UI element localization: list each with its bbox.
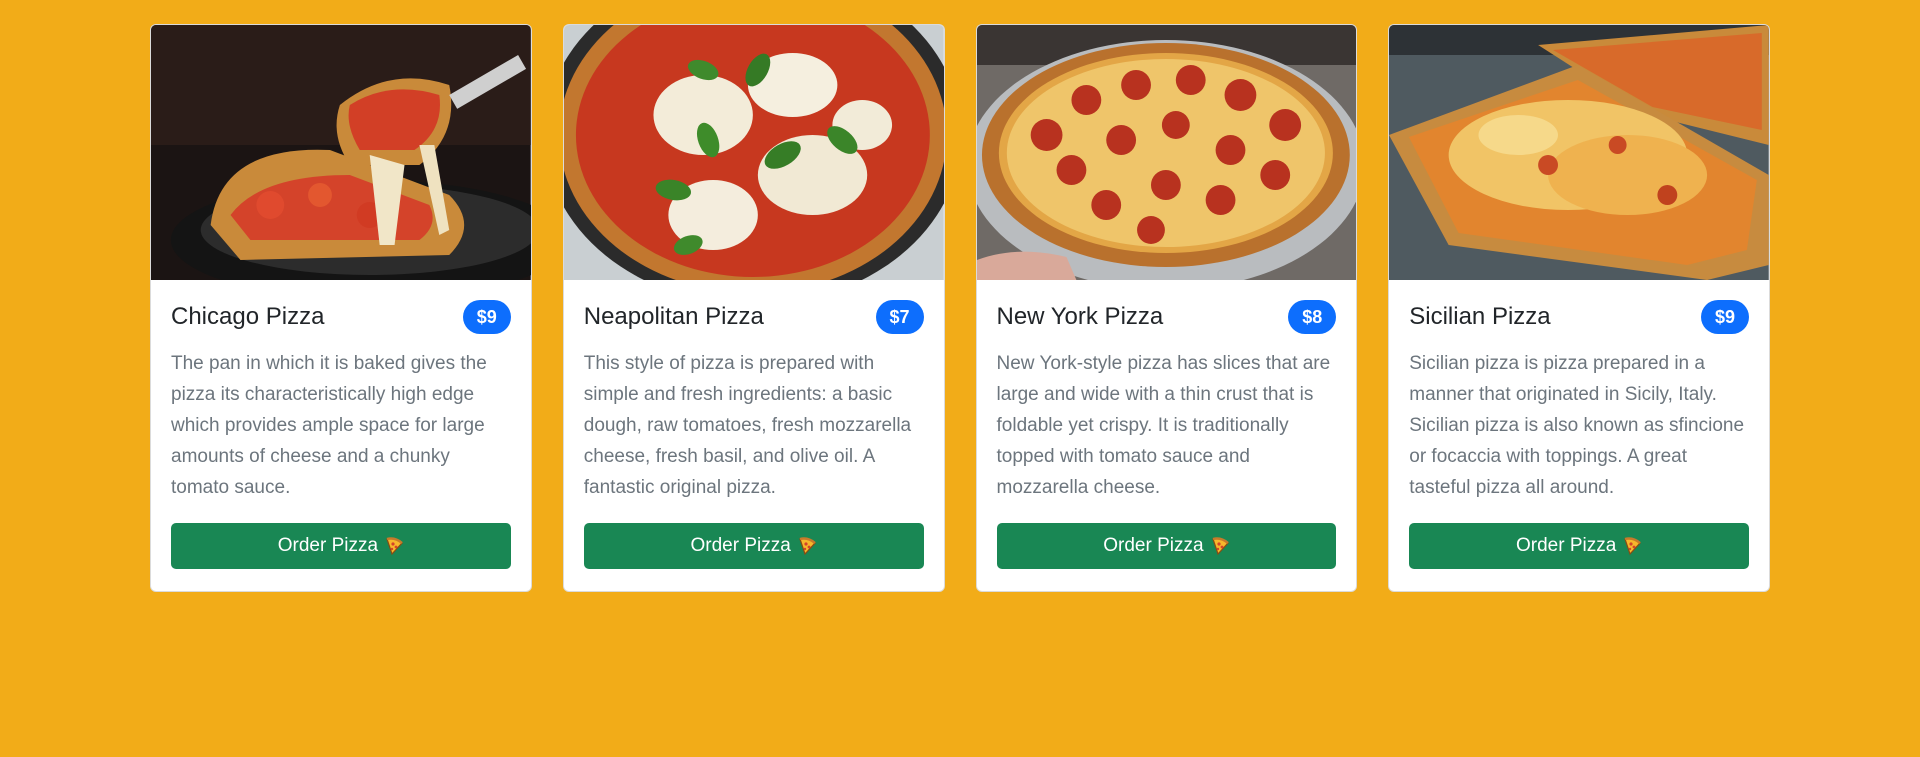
pizza-name: Neapolitan Pizza: [583, 303, 764, 330]
pizza-card-neapolitan: Neapolitan Pizza $7 This style of pizza …: [562, 24, 945, 592]
card-body: Chicago Pizza $9 The pan in which it is …: [151, 280, 531, 591]
price-badge: $9: [1701, 300, 1749, 334]
pizza-name: New York Pizza: [996, 303, 1164, 330]
pizza-card-sicilian: Sicilian Pizza $9 Sicilian pizza is pizz…: [1388, 24, 1770, 592]
order-pizza-button[interactable]: Order Pizza: [1409, 523, 1749, 569]
sicilian-pizza-image: [1389, 25, 1769, 280]
price-badge: $7: [875, 300, 924, 334]
order-pizza-button[interactable]: Order Pizza: [996, 523, 1337, 569]
card-body: New York Pizza $8 New York-style pizza h…: [977, 280, 1357, 591]
pizza-description: The pan in which it is baked gives the p…: [171, 353, 487, 498]
order-pizza-button[interactable]: Order Pizza: [171, 523, 511, 569]
pizza-description: This style of pizza is prepared with sim…: [583, 353, 912, 498]
pizza-slice-icon: [1622, 536, 1642, 556]
card-body: Sicilian Pizza $9 Sicilian pizza is pizz…: [1389, 280, 1769, 591]
order-button-label: Order Pizza: [277, 535, 379, 556]
chicago-pizza-image: [151, 25, 531, 280]
pizza-description: Sicilian pizza is pizza prepared in a ma…: [1409, 353, 1745, 498]
pizza-slice-icon: [1210, 536, 1230, 556]
pizza-card-new-york: New York Pizza $8 New York-style pizza h…: [975, 24, 1358, 592]
order-pizza-button[interactable]: Order Pizza: [583, 523, 924, 569]
order-button-label: Order Pizza: [690, 535, 791, 556]
pizza-name: Sicilian Pizza: [1409, 303, 1551, 330]
title-row: New York Pizza $8: [997, 300, 1337, 334]
pizza-description: New York-style pizza has slices that are…: [996, 353, 1331, 498]
pizza-slice-icon: [797, 536, 817, 556]
title-row: Neapolitan Pizza $7: [584, 300, 924, 334]
price-badge: $8: [1288, 300, 1337, 334]
price-badge: $9: [462, 300, 511, 334]
title-row: Chicago Pizza $9: [171, 300, 511, 334]
order-button-label: Order Pizza: [1515, 535, 1617, 556]
pizza-name: Chicago Pizza: [171, 303, 325, 330]
new-york-pizza-image: [976, 25, 1357, 280]
card-body: Neapolitan Pizza $7 This style of pizza …: [564, 280, 944, 591]
pizza-card-grid: Chicago Pizza $9 The pan in which it is …: [150, 24, 1770, 592]
pizza-slice-icon: [384, 536, 404, 556]
order-button-label: Order Pizza: [1103, 535, 1204, 556]
pizza-card-chicago: Chicago Pizza $9 The pan in which it is …: [150, 24, 532, 592]
title-row: Sicilian Pizza $9: [1409, 300, 1749, 334]
neapolitan-pizza-image: [563, 25, 944, 280]
